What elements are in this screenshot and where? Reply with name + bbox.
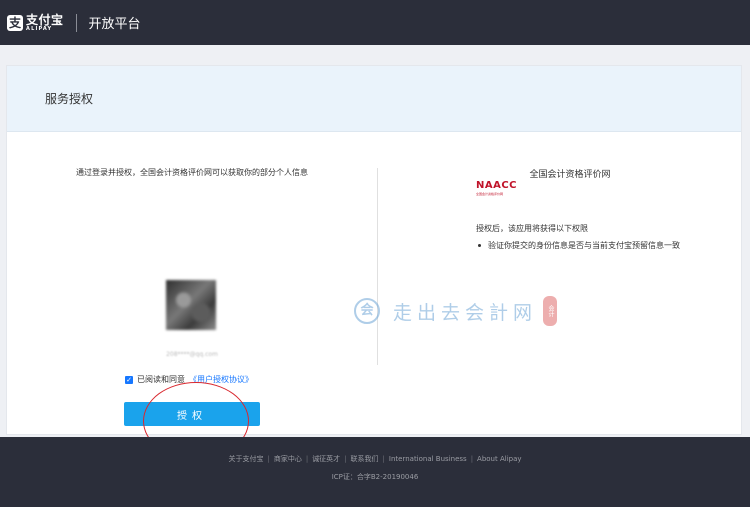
page-title: 服务授权 <box>45 92 94 106</box>
footer-links: 关于支付宝 | 商家中心 | 诚征英才 | 联系我们 | International Busin… <box>228 455 522 463</box>
authorization-card: 服务授权 通过登录并授权，全国会计资格评价网可以获取你的部分个人信息 208**… <box>6 65 743 460</box>
account-email: 208****@qq.com <box>166 351 218 358</box>
naacc-logo-subtitle: 全国会计资格评价网 <box>476 192 504 196</box>
logo-en-text: ALIPAY <box>26 25 53 32</box>
agreement-row: ✓ 已阅读和同意 《用户授权协议》 <box>125 374 253 385</box>
footer: 关于支付宝 | 商家中心 | 诚征英才 | 联系我们 | International Busin… <box>0 437 750 507</box>
authorization-intro: 通过登录并授权，全国会计资格评价网可以获取你的部分个人信息 <box>76 168 308 177</box>
footer-link-contact[interactable]: 联系我们 <box>351 455 379 463</box>
footer-link-about-en[interactable]: About Alipay <box>477 455 521 463</box>
platform-title[interactable]: 开放平台 <box>89 13 141 32</box>
footer-link-merchant[interactable]: 商家中心 <box>274 455 302 463</box>
nav-divider <box>75 13 77 32</box>
avatar <box>166 280 216 330</box>
naacc-logo-title: NAACC <box>476 180 518 191</box>
user-panel: 通过登录并授权，全国会计资格评价网可以获取你的部分个人信息 208****@qq… <box>7 132 377 460</box>
footer-icp: ICP证：合字B2-20190046 <box>331 473 419 481</box>
naacc-logo: NAACC 全国会计资格评价网 <box>476 180 517 196</box>
top-nav: 支 支付宝 ALIPAY 开放平台 <box>0 0 750 45</box>
bullet-icon <box>478 244 481 247</box>
user-agreement-link[interactable]: 《用户授权协议》 <box>189 374 253 385</box>
agree-checkbox[interactable]: ✓ <box>125 375 133 384</box>
permission-item: 验证你提交的身份信息是否与当前支付宝预留信息一致 <box>476 240 680 251</box>
alipay-logo-icon: 支 <box>7 14 23 31</box>
logo-cn-text: 支付宝 <box>26 12 64 27</box>
footer-link-international[interactable]: International Business <box>389 455 467 463</box>
permission-intro: 授权后，该应用将获得以下权限 <box>476 224 588 233</box>
app-panel: 全国会计资格评价网 NAACC 全国会计资格评价网 授权后，该应用将获得以下权限… <box>378 132 743 434</box>
app-name: 全国会计资格评价网 <box>529 170 611 180</box>
permission-text: 验证你提交的身份信息是否与当前支付宝预留信息一致 <box>488 241 680 250</box>
footer-link-about[interactable]: 关于支付宝 <box>228 455 263 463</box>
card-header: 服务授权 <box>7 66 741 132</box>
footer-link-careers[interactable]: 诚征英才 <box>312 455 340 463</box>
alipay-logo[interactable]: 支 支付宝 ALIPAY <box>7 0 64 45</box>
agree-label: 已阅读和同意 <box>137 375 185 384</box>
authorize-button[interactable]: 授权 <box>124 402 260 426</box>
